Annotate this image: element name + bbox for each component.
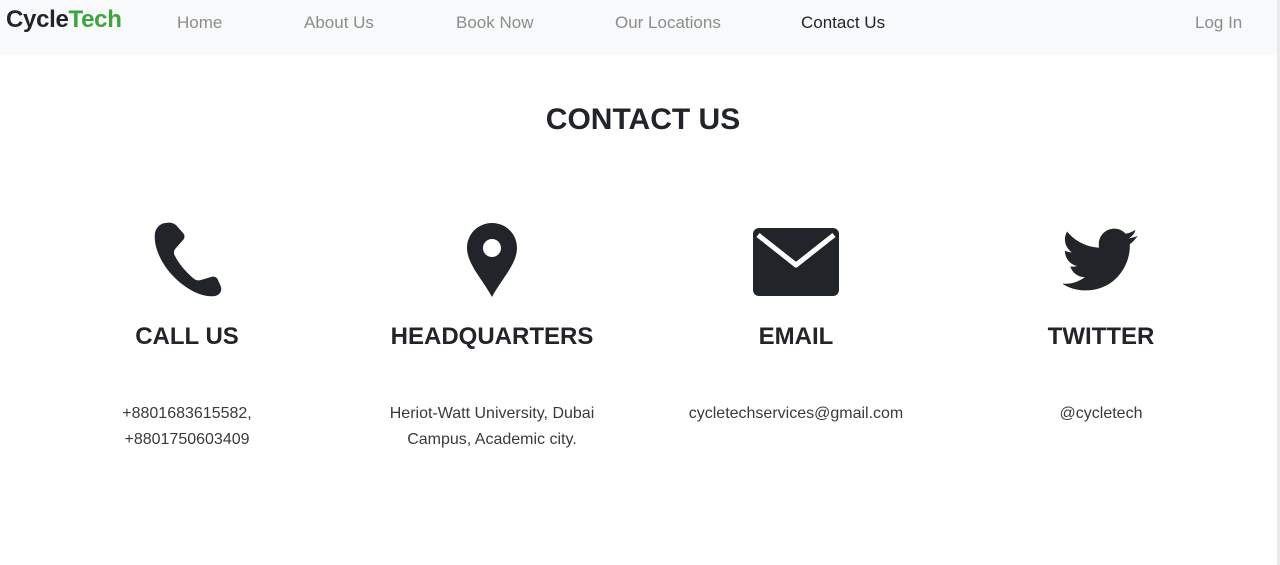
nav-our-locations[interactable]: Our Locations	[615, 13, 721, 33]
nav-contact-us[interactable]: Contact Us	[801, 13, 885, 33]
card-info-twitter[interactable]: @cycletech	[951, 401, 1251, 427]
page-title: CONTACT US	[545, 103, 741, 136]
brand-logo[interactable]: CycleTech	[6, 6, 122, 34]
brand-part-2: Tech	[68, 6, 122, 33]
envelope-icon	[646, 215, 946, 297]
navbar: CycleTech Home About Us Book Now Our Loc…	[0, 0, 1280, 55]
card-heading-headquarters: HEADQUARTERS	[390, 323, 594, 350]
card-info-phone: +8801683615582, +8801750603409	[37, 401, 337, 453]
nav-book-now[interactable]: Book Now	[456, 13, 533, 33]
card-heading-call: CALL US	[135, 323, 239, 350]
twitter-bird-icon	[951, 215, 1251, 297]
card-info-email[interactable]: cycletechservices@gmail.com	[646, 401, 946, 427]
email-address[interactable]: cycletechservices@gmail.com	[646, 401, 946, 427]
phone-icon	[37, 215, 337, 297]
nav-home[interactable]: Home	[177, 13, 222, 33]
nav-log-in[interactable]: Log In	[1195, 13, 1242, 33]
twitter-handle[interactable]: @cycletech	[951, 401, 1251, 427]
phone-number-2: +8801750603409	[124, 431, 250, 448]
card-heading-email: EMAIL	[758, 323, 834, 350]
location-pin-icon	[342, 215, 642, 297]
card-info-address: Heriot-Watt University, Dubai Campus, Ac…	[342, 401, 642, 453]
address-line-2: Campus, Academic city.	[407, 431, 577, 448]
address-line-1: Heriot-Watt University, Dubai	[389, 405, 595, 422]
nav-about-us[interactable]: About Us	[304, 13, 374, 33]
card-heading-twitter: TWITTER	[1047, 323, 1155, 350]
brand-part-1: Cycle	[6, 6, 69, 33]
phone-number-1: +8801683615582,	[122, 405, 252, 422]
